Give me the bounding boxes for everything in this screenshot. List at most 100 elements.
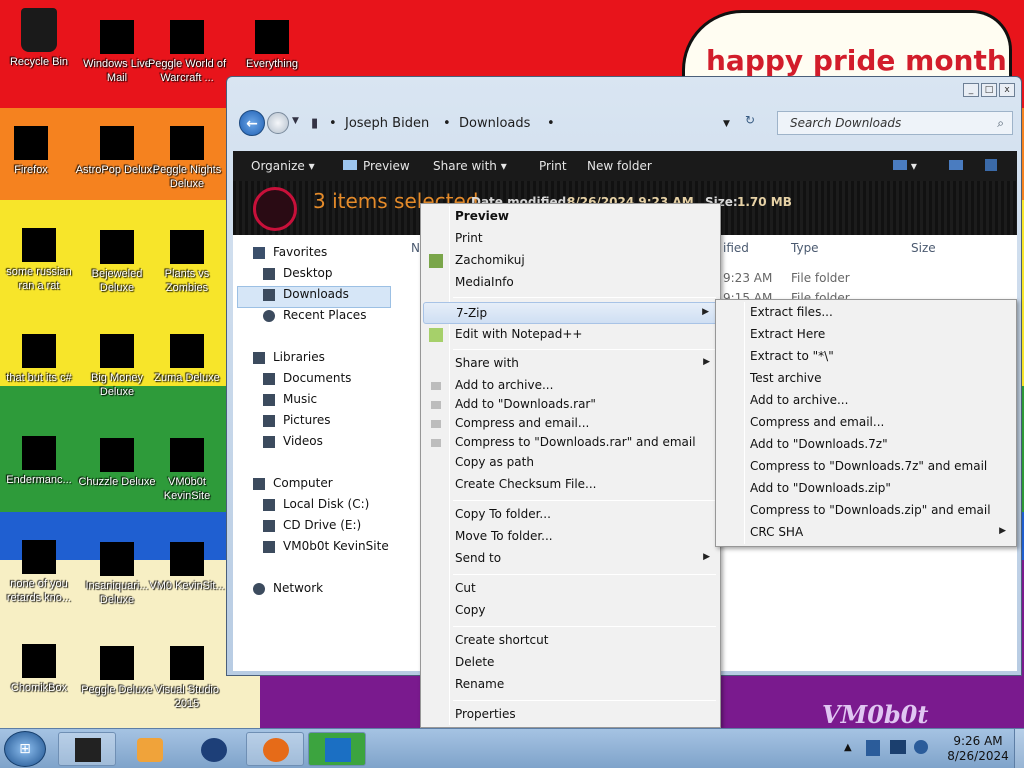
search-input[interactable]: Search Downloads ⌕ — [777, 111, 1013, 135]
menu-extract-here[interactable]: Extract Here — [718, 324, 1014, 346]
menu-add-to-downloads-7z[interactable]: Add to "Downloads.7z" — [718, 434, 1014, 456]
pictures-icon — [263, 415, 275, 427]
breadcrumb-downloads[interactable]: Downloads — [459, 116, 530, 131]
views-button[interactable]: ▾ — [893, 159, 917, 173]
menu-extract-to[interactable]: Extract to "*\" — [718, 346, 1014, 368]
nav-network[interactable]: Network — [273, 581, 323, 595]
menu-create-checksum[interactable]: Create Checksum File... — [423, 474, 718, 496]
menu-delete[interactable]: Delete — [423, 652, 718, 674]
menu-7z-add-to-archive[interactable]: Add to archive... — [718, 390, 1014, 412]
desktop-icon-peggle-nights[interactable]: Peggle Nights Deluxe — [145, 126, 229, 191]
desktop-icon-vm0b0t[interactable]: VM0b0t KevinSite — [145, 438, 229, 503]
menu-compress-7z-email[interactable]: Compress to "Downloads.7z" and email — [718, 456, 1014, 478]
file-row-date[interactable]: 9:23 AM — [723, 271, 772, 285]
desktop-icon-recycle-bin[interactable]: Recycle Bin — [0, 8, 81, 69]
menu-preview[interactable]: Preview — [423, 206, 718, 228]
peggle-nights-icon — [170, 126, 204, 160]
address-dropdown-icon[interactable]: ▼ — [723, 119, 730, 129]
refresh-icon[interactable]: ↻ — [745, 113, 755, 127]
nav-favorites[interactable]: Favorites — [273, 245, 327, 259]
back-button[interactable]: ← — [239, 110, 265, 136]
breadcrumb[interactable]: ▮ • Joseph Biden • Downloads • ▼ — [307, 111, 763, 135]
show-desktop-button[interactable] — [1014, 729, 1024, 768]
menu-7z-compress-email[interactable]: Compress and email... — [718, 412, 1014, 434]
menu-move-to-folder[interactable]: Move To folder... — [423, 526, 718, 548]
taskbar-firefox[interactable] — [246, 732, 304, 766]
start-button[interactable]: ⊞ — [4, 731, 46, 767]
column-type-header[interactable]: Type — [791, 241, 819, 255]
desktop-icon-csharp[interactable]: that but its c# — [0, 334, 81, 385]
menu-compress-rar-email[interactable]: Compress to "Downloads.rar" and email — [423, 432, 718, 454]
nav-music[interactable]: Music — [283, 392, 317, 406]
menu-cut[interactable]: Cut — [423, 578, 718, 600]
menu-copy-as-path[interactable]: Copy as path — [423, 452, 718, 474]
menu-create-shortcut[interactable]: Create shortcut — [423, 630, 718, 652]
nav-cd-drive[interactable]: CD Drive (E:) — [283, 518, 361, 532]
recent-pages-dropdown[interactable]: ▼ — [292, 116, 299, 126]
menu-send-to[interactable]: Send to ▶ — [423, 548, 718, 570]
nav-pictures[interactable]: Pictures — [283, 413, 331, 427]
taskbar-globe-app[interactable] — [184, 732, 242, 766]
menu-properties[interactable]: Properties — [423, 704, 718, 726]
network-tray-icon[interactable] — [890, 740, 906, 754]
volume-icon[interactable] — [914, 740, 928, 754]
menu-zachomikuj[interactable]: Zachomikuj — [423, 250, 718, 272]
menu-copy[interactable]: Copy — [423, 600, 718, 622]
column-size-header[interactable]: Size — [911, 241, 936, 255]
desktop-icon-endermanch[interactable]: Endermanc... — [0, 436, 81, 487]
nav-recent-places[interactable]: Recent Places — [283, 308, 366, 322]
new-folder-button[interactable]: New folder — [587, 159, 652, 173]
taskbar-media-player[interactable] — [120, 732, 178, 766]
column-modified-header[interactable]: ified — [723, 241, 749, 255]
desktop-icon-visual-studio[interactable]: Visual Studio 2015 — [145, 646, 229, 711]
menu-7zip[interactable]: 7-Zip ▶ — [423, 302, 718, 324]
taskbar-app-1[interactable] — [58, 732, 116, 766]
minimize-button[interactable]: _ — [963, 83, 979, 97]
network-icon — [253, 583, 265, 595]
menu-copy-to-folder[interactable]: Copy To folder... — [423, 504, 718, 526]
menu-share-with[interactable]: Share with ▶ — [423, 353, 718, 375]
help-icon[interactable] — [985, 159, 997, 174]
clock[interactable]: 9:26 AM 8/26/2024 — [940, 734, 1016, 764]
breadcrumb-joseph-biden[interactable]: Joseph Biden — [345, 116, 429, 131]
menu-compress-zip-email[interactable]: Compress to "Downloads.zip" and email — [718, 500, 1014, 522]
taskbar-idm[interactable] — [308, 732, 366, 766]
desktop-icon-none-of-you[interactable]: none of you retards kno... — [0, 540, 81, 605]
organize-button[interactable]: Organize ▾ — [251, 159, 315, 173]
column-name-header[interactable]: N — [411, 241, 420, 255]
nav-vm-kevinsite[interactable]: VM0b0t KevinSite — [283, 539, 389, 553]
nav-local-disk[interactable]: Local Disk (C:) — [283, 497, 369, 511]
maximize-button[interactable]: □ — [981, 83, 997, 97]
print-button[interactable]: Print — [539, 159, 567, 173]
preview-button[interactable]: Preview — [343, 159, 410, 173]
nav-computer[interactable]: Computer — [273, 476, 333, 490]
action-center-icon[interactable] — [866, 740, 880, 756]
menu-test-archive[interactable]: Test archive — [718, 368, 1014, 390]
desktop-icon-peggle-wow[interactable]: Peggle World of Warcraft ... — [145, 20, 229, 85]
share-with-button[interactable]: Share with ▾ — [433, 159, 507, 173]
menu-crc-sha[interactable]: CRC SHA ▶ — [718, 522, 1014, 544]
nav-desktop[interactable]: Desktop — [283, 266, 333, 280]
preview-pane-button[interactable] — [949, 159, 963, 173]
nav-libraries[interactable]: Libraries — [273, 350, 325, 364]
tray-expand-icon[interactable]: ▲ — [844, 742, 852, 753]
menu-add-to-downloads-zip[interactable]: Add to "Downloads.zip" — [718, 478, 1014, 500]
nav-videos[interactable]: Videos — [283, 434, 323, 448]
menu-edit-notepadpp[interactable]: Edit with Notepad++ — [423, 324, 718, 346]
desktop-icon-vm0-kevinsite[interactable]: VM0 KevinSit... — [145, 542, 229, 593]
desktop-icon-firefox[interactable]: Firefox — [0, 126, 73, 177]
desktop-icon-chomikbox[interactable]: ChomikBox — [0, 644, 81, 695]
desktop-icon-plants-vs-zombies[interactable]: Plants vs Zombies — [145, 230, 229, 295]
nav-downloads[interactable]: Downloads — [283, 287, 349, 301]
big-money-icon — [100, 334, 134, 368]
desktop-icon-everything[interactable]: Everything — [230, 20, 314, 71]
menu-rename[interactable]: Rename — [423, 674, 718, 696]
desktop-icon-russian-rat[interactable]: some russian ran a rat — [0, 228, 81, 293]
menu-extract-files[interactable]: Extract files... — [718, 302, 1014, 324]
menu-print[interactable]: Print — [423, 228, 718, 250]
nav-documents[interactable]: Documents — [283, 371, 351, 385]
forward-button[interactable] — [267, 112, 289, 134]
close-button[interactable]: x — [999, 83, 1015, 97]
desktop-icon-zuma[interactable]: Zuma Deluxe — [145, 334, 229, 385]
menu-mediainfo[interactable]: MediaInfo — [423, 272, 718, 294]
